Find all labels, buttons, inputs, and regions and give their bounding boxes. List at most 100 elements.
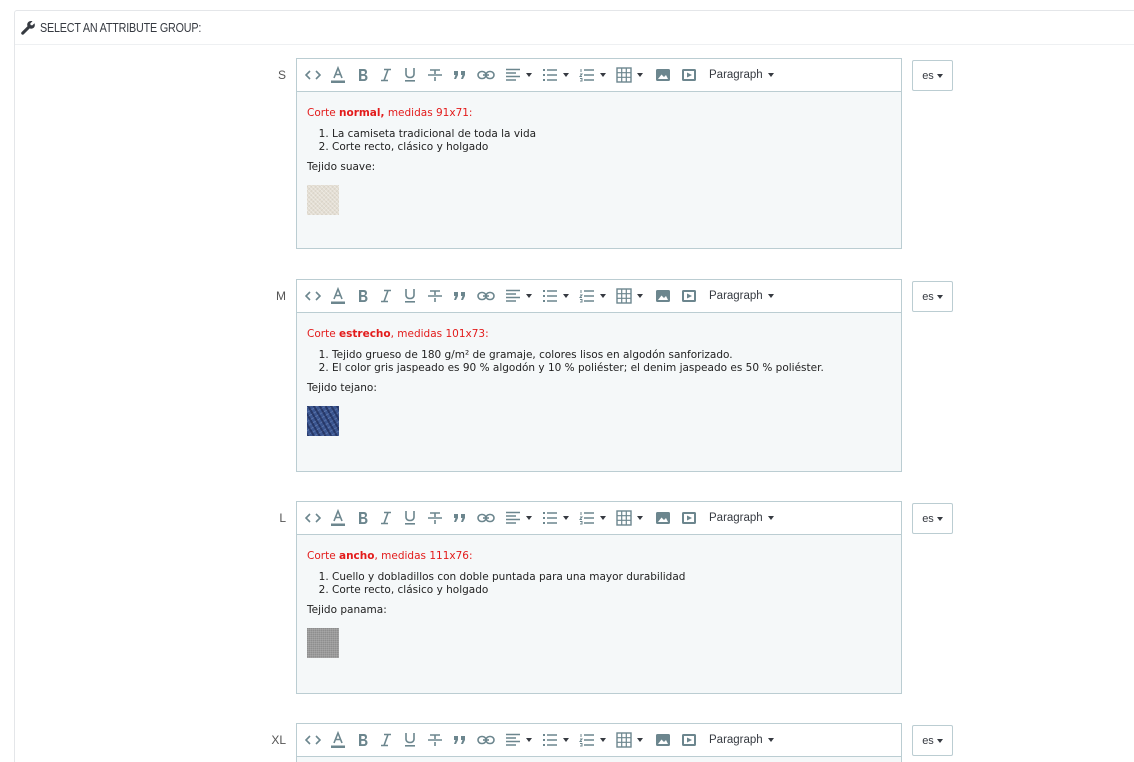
panel-title: SELECT AN ATTRIBUTE GROUP: [40,20,202,35]
bold-icon[interactable] [357,285,369,307]
strikethrough-icon[interactable] [427,729,443,751]
numbered-list-icon[interactable] [579,64,606,86]
bold-icon[interactable] [357,507,369,529]
list-item: El color gris jaspeado es 90 % algodón y… [332,362,891,375]
link-icon[interactable] [477,64,495,86]
table-icon[interactable] [616,729,643,751]
bullet-list-icon[interactable] [542,507,569,529]
link-icon[interactable] [477,729,495,751]
code-view-icon[interactable] [305,285,321,307]
image-icon[interactable] [655,507,671,529]
caret-down-icon [936,73,943,78]
bullet-list-icon[interactable] [542,64,569,86]
bold-icon[interactable] [357,729,369,751]
language-dropdown[interactable]: es [912,503,953,534]
code-view-icon[interactable] [305,64,321,86]
paragraph-format-dropdown[interactable]: Paragraph [709,64,774,86]
editor-toolbar: Paragraph [297,502,901,535]
list-item: Tejido grueso de 180 g/m² de gramaje, co… [332,349,891,362]
image-icon[interactable] [655,64,671,86]
code-view-icon[interactable] [305,729,321,751]
image-icon[interactable] [655,285,671,307]
image-icon[interactable] [655,729,671,751]
paragraph-format-dropdown[interactable]: Paragraph [709,507,774,529]
text-color-icon[interactable] [329,64,347,86]
strikethrough-icon[interactable] [427,507,443,529]
size-label: L [279,511,286,525]
bullet-list-icon[interactable] [542,729,569,751]
fabric-swatch-image [307,185,339,215]
media-video-icon[interactable] [681,729,697,751]
code-view-icon[interactable] [305,507,321,529]
fabric-label: Tejido panama: [307,604,387,616]
caret-down-icon [936,516,943,521]
fabric-swatch-image [307,406,339,436]
lead-text: Corte ancho, medidas 111x76: [307,550,473,562]
align-left-icon[interactable] [505,64,532,86]
size-label: XL [271,733,286,747]
numbered-list-icon[interactable] [579,285,606,307]
rich-text-editor[interactable]: Paragraph Corte ancho, medidas 111x76: C… [296,501,902,694]
lead-text: Corte normal, medidas 91x71: [307,107,473,119]
list-item: Corte recto, clásico y holgado [332,141,891,154]
feature-list: La camiseta tradicional de toda la vida … [332,128,891,153]
wrench-icon [20,20,36,36]
text-color-icon[interactable] [329,285,347,307]
list-item: La camiseta tradicional de toda la vida [332,128,891,141]
table-icon[interactable] [616,507,643,529]
table-icon[interactable] [616,64,643,86]
language-dropdown[interactable]: es [912,60,953,91]
align-left-icon[interactable] [505,729,532,751]
blockquote-icon[interactable] [453,729,467,751]
text-color-icon[interactable] [329,507,347,529]
italic-icon[interactable] [379,507,393,529]
align-left-icon[interactable] [505,507,532,529]
editor-toolbar: Paragraph [297,59,901,92]
editor-content[interactable]: Corte estrecho, medidas 101x73: Tejido g… [297,313,901,446]
underline-icon[interactable] [403,285,417,307]
editor-content[interactable]: Corte ancho, medidas 111x76: Cuello y do… [297,535,901,668]
underline-icon[interactable] [403,64,417,86]
lead-text: Corte estrecho, medidas 101x73: [307,328,489,340]
paragraph-format-dropdown[interactable]: Paragraph [709,285,774,307]
size-label: M [276,289,286,303]
language-dropdown[interactable]: es [912,281,953,312]
list-item: Corte recto, clásico y holgado [332,584,891,597]
fabric-swatch-image [307,628,339,658]
align-left-icon[interactable] [505,285,532,307]
media-video-icon[interactable] [681,64,697,86]
bullet-list-icon[interactable] [542,285,569,307]
table-icon[interactable] [616,285,643,307]
list-item: Cuello y dobladillos con doble puntada p… [332,571,891,584]
underline-icon[interactable] [403,507,417,529]
italic-icon[interactable] [379,64,393,86]
link-icon[interactable] [477,507,495,529]
link-icon[interactable] [477,285,495,307]
editor-toolbar: Paragraph [297,724,901,757]
feature-list: Cuello y dobladillos con doble puntada p… [332,571,891,596]
panel-header: SELECT AN ATTRIBUTE GROUP: [15,11,1134,45]
fabric-label: Tejido suave: [307,161,376,173]
italic-icon[interactable] [379,729,393,751]
bold-icon[interactable] [357,64,369,86]
rich-text-editor[interactable]: Paragraph Corte normal, medidas 91x71: L… [296,58,902,249]
strikethrough-icon[interactable] [427,285,443,307]
italic-icon[interactable] [379,285,393,307]
text-color-icon[interactable] [329,729,347,751]
blockquote-icon[interactable] [453,507,467,529]
media-video-icon[interactable] [681,507,697,529]
paragraph-format-dropdown[interactable]: Paragraph [709,729,774,751]
language-dropdown[interactable]: es [912,725,953,756]
blockquote-icon[interactable] [453,285,467,307]
caret-down-icon [936,294,943,299]
editor-toolbar: Paragraph [297,280,901,313]
rich-text-editor[interactable]: Paragraph Corte estrecho, medidas 101x73… [296,279,902,472]
media-video-icon[interactable] [681,285,697,307]
rich-text-editor[interactable]: Paragraph [296,723,902,762]
underline-icon[interactable] [403,729,417,751]
editor-content[interactable]: Corte normal, medidas 91x71: La camiseta… [297,92,901,225]
strikethrough-icon[interactable] [427,64,443,86]
numbered-list-icon[interactable] [579,507,606,529]
blockquote-icon[interactable] [453,64,467,86]
numbered-list-icon[interactable] [579,729,606,751]
